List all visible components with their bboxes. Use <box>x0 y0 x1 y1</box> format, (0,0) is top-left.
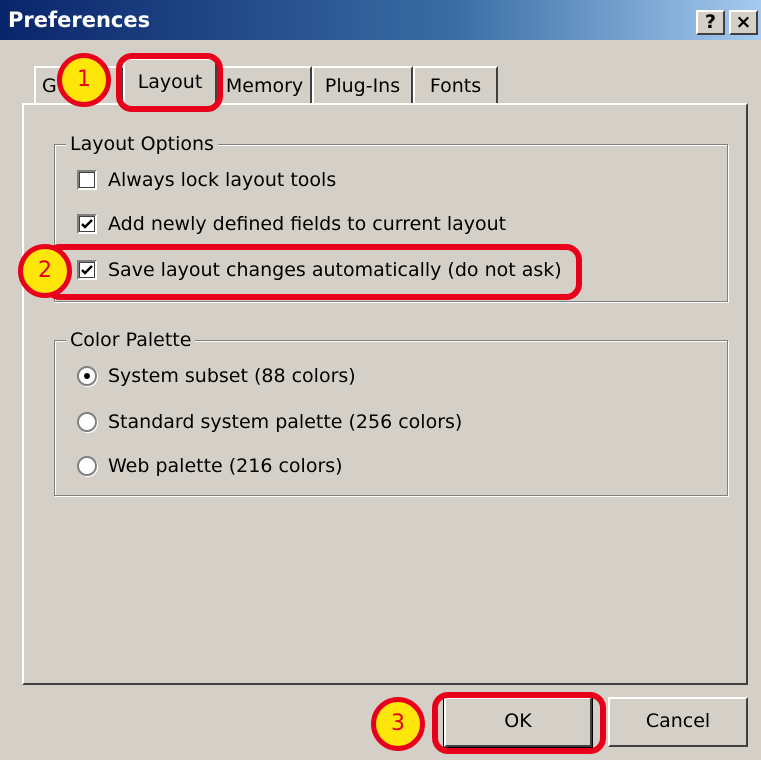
title-bar: Preferences ? × <box>0 0 761 40</box>
save-automatically-label: Save layout changes automatically (do no… <box>108 259 562 281</box>
help-button[interactable]: ? <box>696 10 725 35</box>
tab-layout[interactable]: Layout <box>123 58 217 106</box>
always-lock-checkbox[interactable] <box>77 170 97 190</box>
system-subset-label: System subset (88 colors) <box>108 365 356 387</box>
standard-palette-radio[interactable] <box>77 412 97 432</box>
save-automatically-checkbox[interactable] <box>77 260 97 280</box>
add-fields-label: Add newly defined fields to current layo… <box>108 213 507 235</box>
add-fields-checkbox[interactable] <box>77 214 97 234</box>
ok-button[interactable]: OK <box>443 696 593 748</box>
standard-palette-label: Standard system palette (256 colors) <box>108 411 463 433</box>
step-3-badge: 3 <box>371 697 425 751</box>
tab-fonts[interactable]: Fonts <box>413 66 498 104</box>
checkmark-icon <box>81 219 93 229</box>
radio-selected-dot <box>84 373 90 379</box>
system-subset-radio[interactable] <box>77 366 97 386</box>
window-title: Preferences <box>8 8 151 32</box>
checkmark-icon <box>81 265 93 275</box>
step-2-badge: 2 <box>18 244 72 298</box>
step-1-badge: 1 <box>57 53 111 107</box>
web-palette-label: Web palette (216 colors) <box>108 455 343 477</box>
color-palette-label: Color Palette <box>66 329 196 351</box>
tab-memory[interactable]: Memory <box>217 66 312 104</box>
web-palette-radio[interactable] <box>77 456 97 476</box>
cancel-button[interactable]: Cancel <box>608 697 748 747</box>
close-button[interactable]: × <box>729 10 758 35</box>
tab-plug-ins[interactable]: Plug-Ins <box>312 66 413 104</box>
layout-options-label: Layout Options <box>66 133 218 155</box>
preferences-dialog: Preferences ? × G Layout Memory Plug-Ins… <box>0 0 761 760</box>
always-lock-label: Always lock layout tools <box>108 169 337 191</box>
